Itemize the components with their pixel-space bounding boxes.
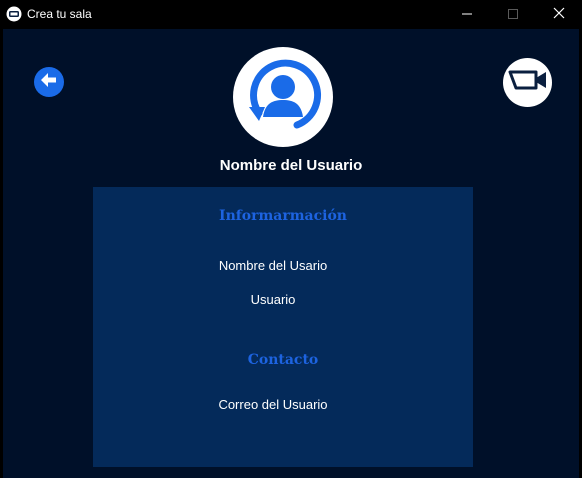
maximize-icon: [508, 6, 518, 24]
profile-info-card: Informarmación Nombre del Usario Usuario…: [93, 187, 473, 467]
app-window: Crea tu sala Nombre del Usuario Informar…: [0, 0, 582, 478]
arrow-left-icon: [40, 72, 58, 93]
info-section-title: Informarmación: [219, 208, 347, 224]
contact-section-title: Contacto: [247, 352, 319, 368]
avatar[interactable]: [233, 47, 333, 147]
minimize-icon: [462, 6, 472, 24]
back-button[interactable]: [34, 67, 64, 97]
close-button[interactable]: [536, 0, 582, 29]
app-icon: [6, 6, 22, 22]
minimize-button[interactable]: [444, 0, 490, 29]
title-bar[interactable]: Crea tu sala: [0, 0, 582, 29]
profile-view: Nombre del Usuario Informarmación Nombre…: [3, 29, 579, 478]
user-refresh-icon: [241, 53, 325, 142]
username-field: Usuario: [250, 292, 296, 307]
user-display-name: Nombre del Usuario: [219, 157, 363, 174]
maximize-button[interactable]: [490, 0, 536, 29]
full-name-field: Nombre del Usario: [218, 258, 328, 273]
close-icon: [553, 6, 565, 24]
video-call-button[interactable]: [503, 58, 552, 107]
window-title: Crea tu sala: [27, 7, 92, 21]
email-field: Correo del Usuario: [218, 397, 328, 412]
video-camera-icon: [508, 68, 548, 97]
